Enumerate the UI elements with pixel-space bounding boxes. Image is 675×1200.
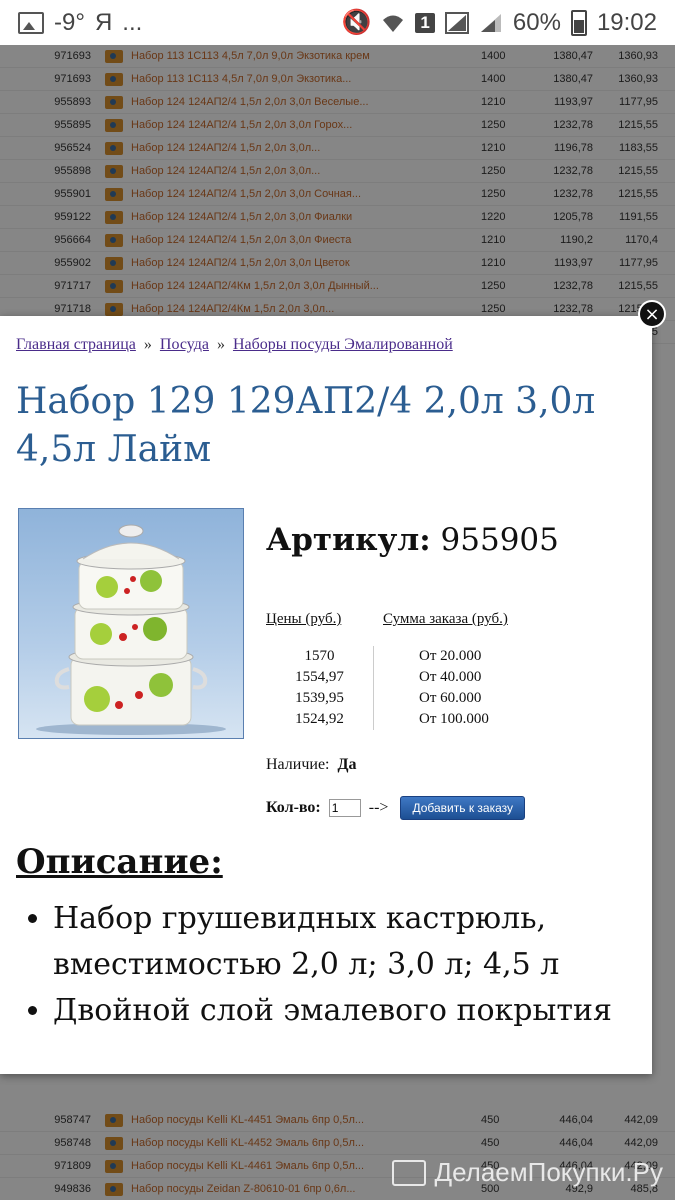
breadcrumb: Главная страница » Посуда » Наборы посуды Эм… <box>16 336 453 354</box>
article-label: Артикул: <box>266 522 431 558</box>
signal-icon-2 <box>480 13 501 32</box>
gallery-icon <box>18 11 44 34</box>
description-list: Набор грушевидных кастрюль, вместимостью… <box>16 896 652 1034</box>
price-row: 1554,97 От 40.000 <box>266 667 524 688</box>
breadcrumb-separator: » <box>216 336 225 353</box>
order-sum-threshold: От 100.000 <box>419 711 489 727</box>
pot-set-illustration <box>36 524 226 735</box>
wifi-icon <box>383 15 404 32</box>
price-value: 1554,97 <box>266 667 374 688</box>
watermark-text: ДелаемПокупки.Ру <box>434 1157 663 1187</box>
breadcrumb-enamel-sets[interactable]: Наборы посуды Эмалированной <box>233 336 453 353</box>
mute-icon: 🔇 <box>341 9 372 36</box>
price-value: 1539,95 <box>266 688 374 709</box>
price-header: Цены (руб.) <box>266 611 342 627</box>
quantity-row: Кол-во: --> Добавить к заказу <box>266 796 525 820</box>
article-line: Артикул: 955905 <box>266 522 559 558</box>
status-bar: -9° Я ... 🔇 1 60% 19:02 <box>0 0 675 45</box>
availability: Наличие: Да <box>266 756 357 774</box>
yandex-icon: Я <box>94 8 113 36</box>
breadcrumb-home[interactable]: Главная страница <box>16 336 136 353</box>
battery-icon <box>570 9 587 36</box>
clock: 19:02 <box>596 8 657 36</box>
description-item: Двойной слой эмалевого покрытия <box>53 988 652 1034</box>
sim-badge: 1 <box>415 12 435 33</box>
description-heading: Описание: <box>16 842 223 882</box>
close-button[interactable]: × <box>638 300 666 328</box>
price-table: Цены (руб.) Сумма заказа (руб.) 1570 От 2… <box>266 611 524 730</box>
order-sum-threshold: От 60.000 <box>419 690 482 706</box>
price-row: 1570 От 20.000 <box>266 646 524 667</box>
more-notifications: ... <box>122 8 143 36</box>
price-table-header: Цены (руб.) Сумма заказа (руб.) <box>266 611 524 628</box>
site-watermark: ДелаемПокупки.Ру <box>392 1157 663 1188</box>
availability-value: Да <box>337 756 357 773</box>
product-image[interactable] <box>18 508 244 739</box>
breadcrumb-dishes[interactable]: Посуда <box>160 336 209 353</box>
price-value: 1570 <box>266 646 374 667</box>
quantity-label: Кол-во: <box>266 799 321 816</box>
quantity-input[interactable] <box>328 799 361 817</box>
sum-header: Сумма заказа (руб.) <box>383 611 508 627</box>
price-row: 1524,92 От 100.000 <box>266 709 524 730</box>
breadcrumb-separator: » <box>143 336 152 353</box>
quantity-arrow: --> <box>368 799 389 816</box>
signal-icon <box>444 11 469 34</box>
battery-percent: 60% <box>512 8 561 36</box>
add-to-order-button[interactable]: Добавить к заказу <box>400 796 525 820</box>
description-item: Набор грушевидных кастрюль, вместимостью… <box>53 896 652 988</box>
order-sum-threshold: От 40.000 <box>419 669 482 685</box>
weather-temperature: -9° <box>54 8 85 36</box>
product-modal: Главная страница » Посуда » Наборы посуды Эм… <box>0 316 652 1074</box>
cart-icon <box>392 1159 427 1186</box>
article-number: 955905 <box>440 522 559 558</box>
product-title: Набор 129 129АП2/4 2,0л 3,0л 4,5л Лайм <box>16 381 596 470</box>
price-row: 1539,95 От 60.000 <box>266 688 524 709</box>
availability-label: Наличие: <box>266 756 330 773</box>
price-value: 1524,92 <box>266 709 374 730</box>
order-sum-threshold: От 20.000 <box>419 648 482 664</box>
price-rows: 1570 От 20.000 1554,97 От 40.000 1539,95 От 6… <box>266 646 524 730</box>
